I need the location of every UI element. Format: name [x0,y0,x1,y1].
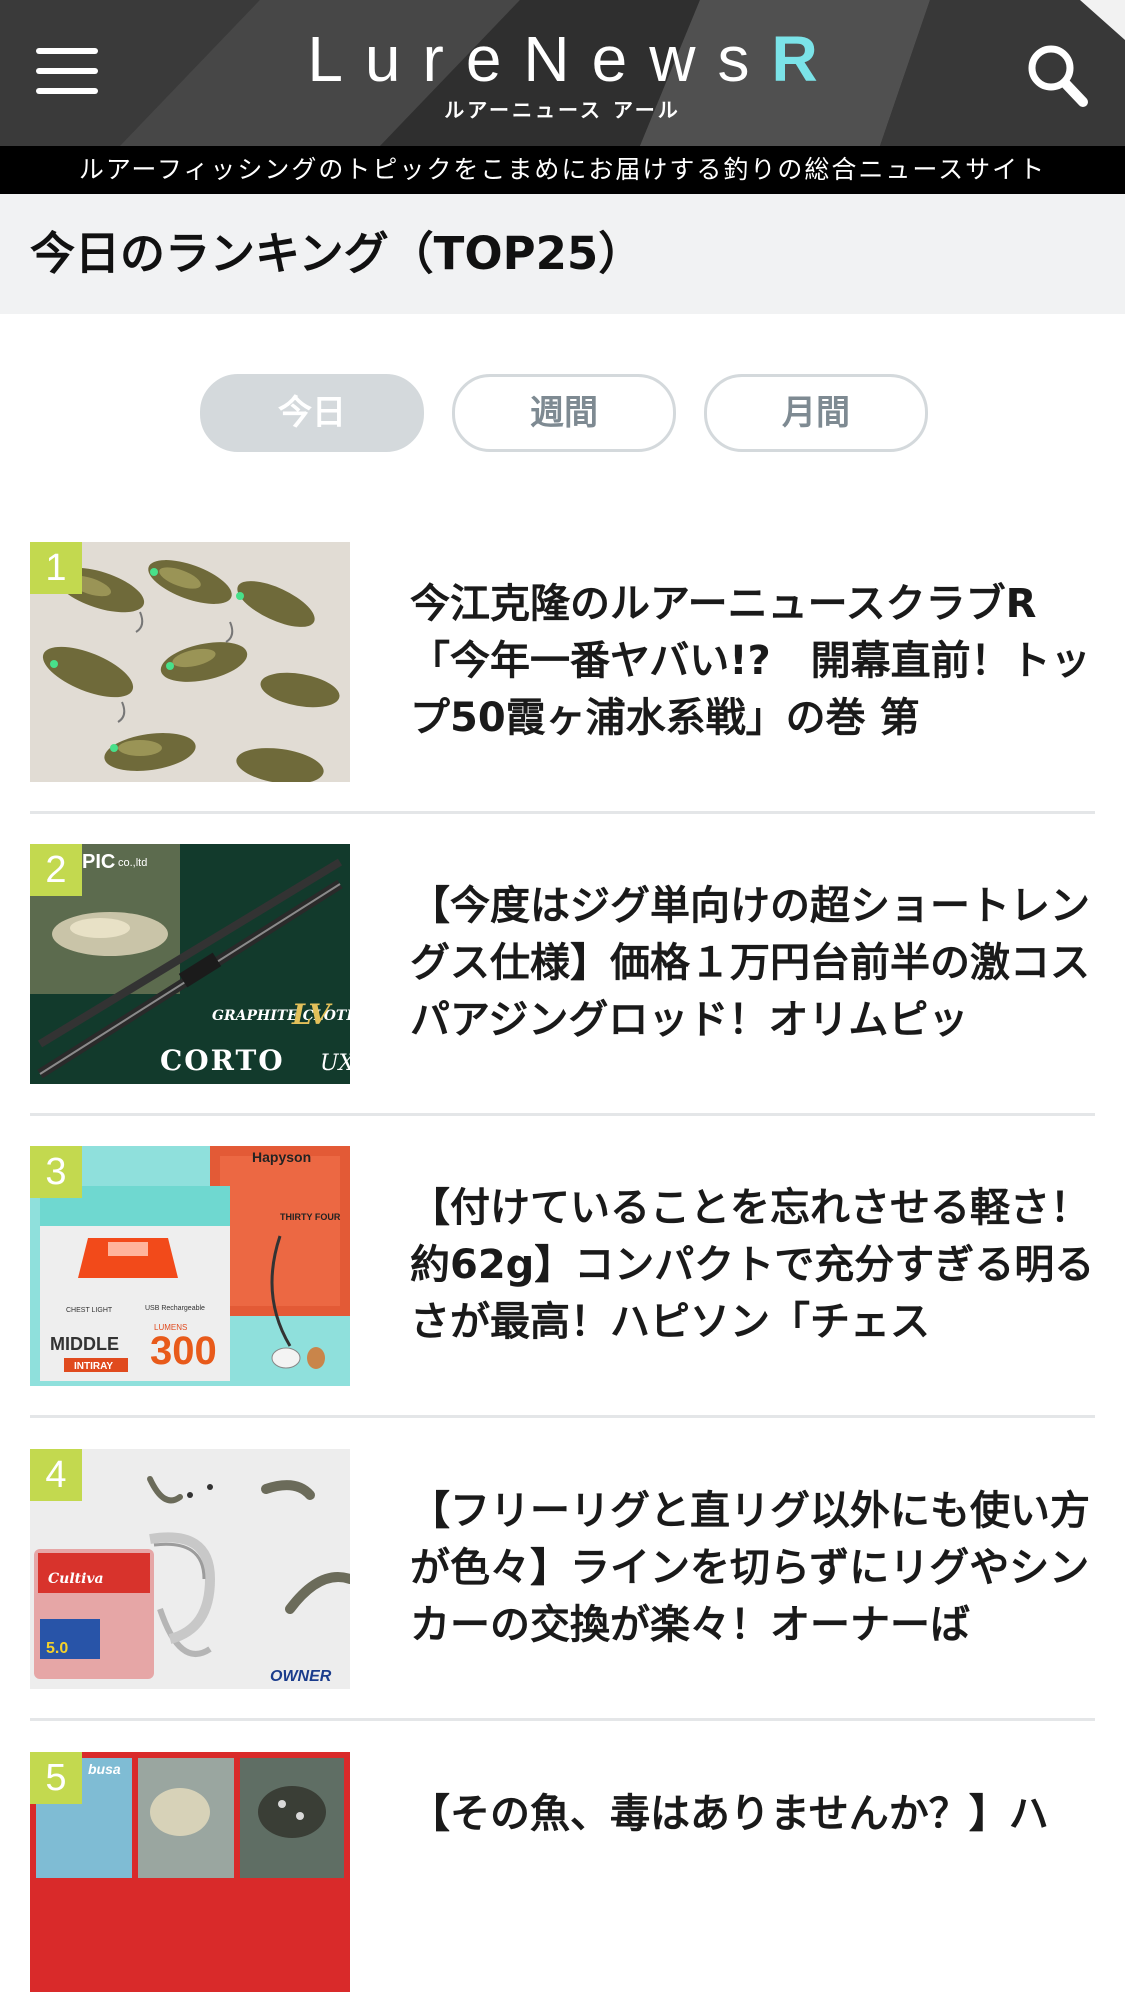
ranking-item-1[interactable]: 1 今江克隆のルアーニュースクラブR「今年一番ヤバい!? 開幕直前！トップ50霞… [30,542,1095,782]
search-button[interactable] [1025,42,1089,108]
tab-monthly[interactable]: 月間 [704,374,928,452]
thumb-text: LV [291,998,333,1031]
ranking-item-4[interactable]: Cultiva 5.0 OWNER 4 【フリーリグと直リグ以外にも使い方が色々… [30,1449,1095,1689]
thumb-text: PIC [82,851,115,873]
search-icon [1028,45,1088,107]
ranking-item-5[interactable]: busa 5 【その魚、毒はありませんか？】ハ [30,1752,1095,1992]
ranking-tabs: 今日 週間 月間 [0,374,1125,452]
divider [30,1113,1095,1116]
ranking-item-3[interactable]: Hapyson THIRTY FOUR USB Rechargeable CHE… [30,1146,1095,1386]
thumb-text: USB Rechargeable [145,1305,205,1312]
thumb-text: THIRTY FOUR [280,1212,341,1222]
thumb-text: 5.0 [46,1640,68,1657]
tab-today[interactable]: 今日 [200,374,424,452]
rank-badge: 1 [30,542,82,594]
ranking-title: 今日のランキング（TOP25） [30,227,644,280]
thumb-text: INTIRAY [74,1361,113,1372]
thumb-text: Hapyson [252,1149,311,1165]
thumb-text: OWNER [270,1668,332,1685]
logo-subtitle: ルアーニュース アール [444,98,681,122]
thumb-text: MIDDLE [50,1334,119,1354]
ranking-header: 今日のランキング（TOP25） [0,194,1125,314]
thumb-text: co.,ltd [118,857,147,869]
logo-text: LureNews [307,23,772,95]
rank-badge: 2 [30,844,82,896]
article-title[interactable]: 【付けていることを忘れさせる軽さ！約62g】コンパクトで充分すぎる明るさが最高！… [410,1180,1095,1360]
thumb-text: 300 [150,1329,217,1373]
rank-badge: 3 [30,1146,82,1198]
divider [30,1415,1095,1418]
thumb-text: busa [88,1761,121,1777]
rank-badge: 5 [30,1752,82,1804]
article-title[interactable]: 【その魚、毒はありませんか？】ハ [410,1786,1095,1966]
site-header: LureNewsR ルアーニュース アール [0,0,1125,146]
rank-badge: 4 [30,1449,82,1501]
article-title[interactable]: 【今度はジグ単向けの超ショートレングス仕様】価格１万円台前半の激コスパアジングロ… [410,878,1095,1058]
site-tagline: ルアーフィッシングのトピックをこまめにお届けする釣りの総合ニュースサイト [0,146,1125,194]
thumb-text: CORTO [160,1044,285,1077]
ranking-item-2[interactable]: PIC co.,ltd GRAPHITE CLOTH LV CORTO UX 2… [30,844,1095,1084]
site-logo[interactable]: LureNewsR ルアーニュース アール [0,22,1125,122]
article-title[interactable]: 【フリーリグと直リグ以外にも使い方が色々】ラインを切らずにリグやシンカーの交換が… [410,1483,1095,1663]
divider [30,811,1095,814]
divider [30,1718,1095,1721]
article-title[interactable]: 今江克隆のルアーニュースクラブR「今年一番ヤバい!? 開幕直前！トップ50霞ヶ浦… [410,576,1095,756]
thumb-text: Cultiva [48,1571,104,1587]
tab-weekly[interactable]: 週間 [452,374,676,452]
thumb-text: CHEST LIGHT [66,1307,113,1314]
logo-r: R [771,23,818,95]
thumb-text: UX [320,1051,350,1076]
